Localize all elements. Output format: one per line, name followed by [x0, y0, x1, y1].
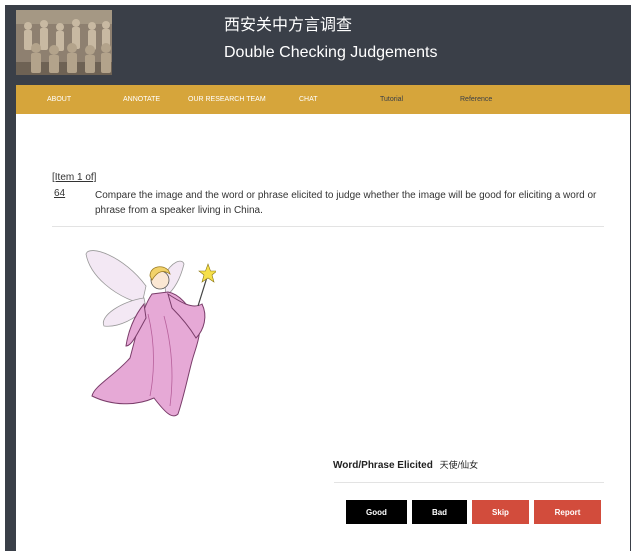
nav-bar: ABOUT ANNOTATE OUR RESEARCH TEAM CHAT Tu… — [16, 85, 630, 114]
skip-button[interactable]: Skip — [472, 500, 529, 524]
item-counter[interactable]: [Item 1 of] — [52, 172, 96, 183]
nav-research-team[interactable]: OUR RESEARCH TEAM — [188, 85, 266, 114]
page-title-chinese: 西安关中方言调查 — [224, 17, 353, 34]
main-content: [Item 1 of] 64 Compare the image and the… — [16, 114, 630, 556]
terracotta-warriors-logo — [16, 10, 112, 75]
nav-tutorial[interactable]: Tutorial — [380, 85, 403, 114]
nav-about[interactable]: ABOUT — [47, 85, 71, 114]
app-frame: 西安关中方言调查 Double Checking Judgements ABOU… — [5, 5, 631, 556]
divider — [334, 482, 604, 483]
nav-annotate[interactable]: ANNOTATE — [123, 85, 160, 114]
site-header: 西安关中方言调查 Double Checking Judgements — [5, 5, 631, 83]
word-phrase-row: Word/Phrase Elicited 天使/仙女 — [333, 458, 478, 471]
nav-reference[interactable]: Reference — [460, 85, 492, 114]
bad-button[interactable]: Bad — [412, 500, 467, 524]
instructions-text: Compare the image and the word or phrase… — [95, 190, 597, 216]
item-number[interactable]: 64 — [54, 188, 65, 199]
word-phrase-value: 天使/仙女 — [439, 460, 479, 470]
divider — [52, 226, 604, 227]
page-subtitle: Double Checking Judgements — [224, 44, 438, 61]
fairy-image — [85, 250, 216, 417]
nav-chat[interactable]: CHAT — [299, 85, 318, 114]
terracotta-warriors-image — [16, 10, 112, 75]
report-button[interactable]: Report — [534, 500, 601, 524]
word-phrase-label: Word/Phrase Elicited — [333, 460, 433, 471]
good-button[interactable]: Good — [346, 500, 407, 524]
